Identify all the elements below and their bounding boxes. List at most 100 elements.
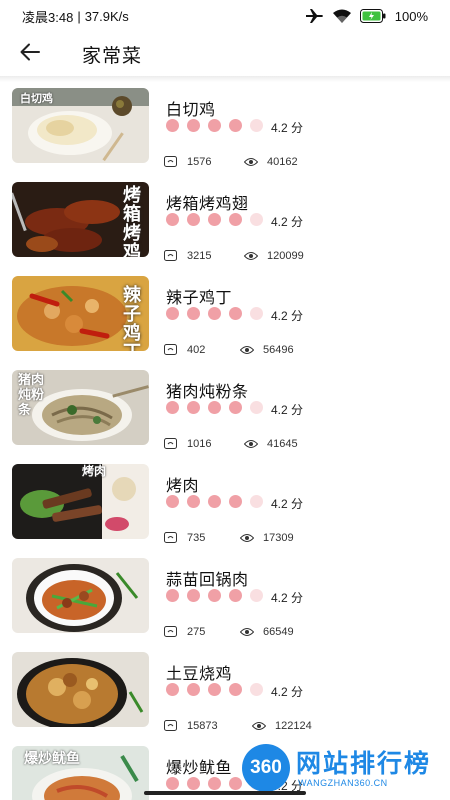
rating-dot-filled bbox=[229, 212, 242, 226]
favorites-count: 402 bbox=[187, 344, 206, 356]
rating-dots bbox=[166, 400, 271, 414]
rating-dot-filled bbox=[187, 494, 200, 508]
rating-dot-filled bbox=[187, 588, 200, 602]
watermark-url: WANGZHAN360.CN bbox=[298, 778, 388, 788]
recipe-name: 白切鸡 bbox=[166, 102, 216, 119]
eye-icon bbox=[244, 157, 258, 167]
recipe-item[interactable]: 猪肉炖粉条 猪肉炖粉条 4.2 分 1016 41645 bbox=[0, 370, 450, 450]
favorites-stat: 1576 bbox=[164, 156, 211, 168]
app-header: 家常菜 bbox=[0, 32, 450, 76]
favorites-count: 1016 bbox=[187, 438, 212, 450]
eye-icon bbox=[244, 251, 258, 261]
thumbnail-caption: 辣子鸡丁 bbox=[123, 285, 141, 352]
favorite-icon bbox=[164, 626, 178, 638]
recipe-name: 猪肉炖粉条 bbox=[166, 384, 249, 401]
favorites-stat: 275 bbox=[164, 626, 205, 638]
recipe-thumbnail bbox=[12, 558, 149, 633]
rating-dots bbox=[166, 494, 271, 508]
favorites-stat: 1016 bbox=[164, 438, 211, 450]
rating-dot-filled bbox=[166, 118, 179, 132]
status-bar: 凌晨3:48 | 37.9K/s 100% bbox=[0, 0, 450, 32]
rating-score: 4.2 分 bbox=[271, 497, 304, 511]
rating-dot-filled bbox=[229, 494, 242, 508]
recipe-item[interactable]: 白切鸡 白切鸡 4.2 分 1576 40162 bbox=[0, 88, 450, 168]
recipe-name: 辣子鸡丁 bbox=[166, 290, 233, 307]
rating-dot-filled bbox=[187, 306, 200, 320]
recipe-item[interactable]: 土豆烧鸡 4.2 分 15873 122124 bbox=[0, 652, 450, 732]
favorites-stat: 15873 bbox=[164, 720, 218, 732]
favorites-count: 15873 bbox=[187, 720, 218, 732]
recipe-thumbnail: 爆炒鱿鱼 bbox=[12, 746, 149, 800]
views-count: 66549 bbox=[263, 626, 294, 638]
rating-dot-filled bbox=[187, 776, 200, 790]
recipe-stats: 402 56496 bbox=[164, 344, 404, 358]
status-left: 凌晨3:48 | 37.9K/s bbox=[22, 7, 129, 26]
rating-dot-filled bbox=[166, 776, 179, 790]
network-speed: 37.9K/s bbox=[84, 8, 129, 24]
favorite-icon bbox=[164, 344, 178, 356]
thumbnail-caption: 白切鸡 bbox=[20, 93, 53, 105]
favorites-stat: 735 bbox=[164, 532, 205, 544]
recipe-name: 土豆烧鸡 bbox=[166, 666, 233, 683]
eye-icon bbox=[252, 721, 266, 731]
recipe-item[interactable]: 烤肉 烤肉 4.2 分 735 17309 bbox=[0, 464, 450, 544]
views-stat: 56496 bbox=[240, 344, 294, 356]
favorites-count: 275 bbox=[187, 626, 206, 638]
recipe-stats: 1576 40162 bbox=[164, 156, 404, 170]
rating-dot-filled bbox=[208, 118, 221, 132]
rating-dot-filled bbox=[166, 306, 179, 320]
views-count: 56496 bbox=[263, 344, 294, 356]
recipe-name: 烤箱烤鸡翅 bbox=[166, 196, 249, 213]
recipe-item[interactable]: 辣子鸡丁 辣子鸡丁 4.2 分 402 56496 bbox=[0, 276, 450, 356]
back-button[interactable] bbox=[0, 32, 60, 76]
home-indicator[interactable] bbox=[144, 791, 306, 795]
eye-icon bbox=[240, 345, 254, 355]
favorites-count: 1576 bbox=[187, 156, 212, 168]
recipe-thumbnail: 辣子鸡丁 bbox=[12, 276, 149, 351]
favorite-icon bbox=[164, 532, 178, 544]
views-count: 122124 bbox=[275, 720, 312, 732]
views-stat: 40162 bbox=[244, 156, 298, 168]
rating-score: 4.2 分 bbox=[271, 403, 304, 417]
rating-dot-empty bbox=[250, 588, 263, 602]
thumbnail-caption: 爆炒鱿鱼 bbox=[24, 750, 80, 766]
rating-dots bbox=[166, 118, 271, 132]
recipe-thumbnail: 烤肉 bbox=[12, 464, 149, 539]
recipe-stats: 735 17309 bbox=[164, 532, 404, 546]
views-stat: 41645 bbox=[244, 438, 298, 450]
status-separator: | bbox=[77, 8, 81, 24]
rating-dot-filled bbox=[208, 588, 221, 602]
battery-icon bbox=[359, 9, 386, 23]
rating-dot-filled bbox=[229, 118, 242, 132]
battery-level: 100% bbox=[394, 8, 428, 24]
favorites-stat: 3215 bbox=[164, 250, 211, 262]
airplane-icon bbox=[305, 9, 324, 23]
eye-icon bbox=[240, 627, 254, 637]
wifi-icon bbox=[332, 9, 351, 23]
status-right: 100% bbox=[305, 8, 428, 24]
rating-dot-empty bbox=[250, 212, 263, 226]
favorite-icon bbox=[164, 438, 178, 450]
favorites-count: 735 bbox=[187, 532, 206, 544]
recipe-thumbnail: 白切鸡 bbox=[12, 88, 149, 163]
rating-dot-filled bbox=[166, 400, 179, 414]
recipe-item[interactable]: 烤箱烤鸡 烤箱烤鸡翅 4.2 分 3215 120099 bbox=[0, 182, 450, 262]
watermark-logo: 360 bbox=[242, 744, 290, 792]
rating-score: 4.2 分 bbox=[271, 309, 304, 323]
rating-dot-filled bbox=[208, 682, 221, 696]
rating-dot-filled bbox=[187, 400, 200, 414]
recipe-item[interactable]: 蒜苗回锅肉 4.2 分 275 66549 bbox=[0, 558, 450, 638]
rating-dot-filled bbox=[166, 588, 179, 602]
favorite-icon bbox=[164, 156, 178, 168]
rating-dot-filled bbox=[208, 776, 221, 790]
rating-dot-filled bbox=[208, 494, 221, 508]
site-watermark: 360 网站排行榜 WANGZHAN360.CN bbox=[242, 742, 442, 794]
rating-dot-filled bbox=[229, 588, 242, 602]
recipe-stats: 3215 120099 bbox=[164, 250, 404, 264]
recipe-stats: 275 66549 bbox=[164, 626, 404, 640]
rating-dot-empty bbox=[250, 306, 263, 320]
rating-dot-filled bbox=[229, 306, 242, 320]
recipe-name: 蒜苗回锅肉 bbox=[166, 572, 249, 589]
favorites-count: 3215 bbox=[187, 250, 212, 262]
views-stat: 66549 bbox=[240, 626, 294, 638]
